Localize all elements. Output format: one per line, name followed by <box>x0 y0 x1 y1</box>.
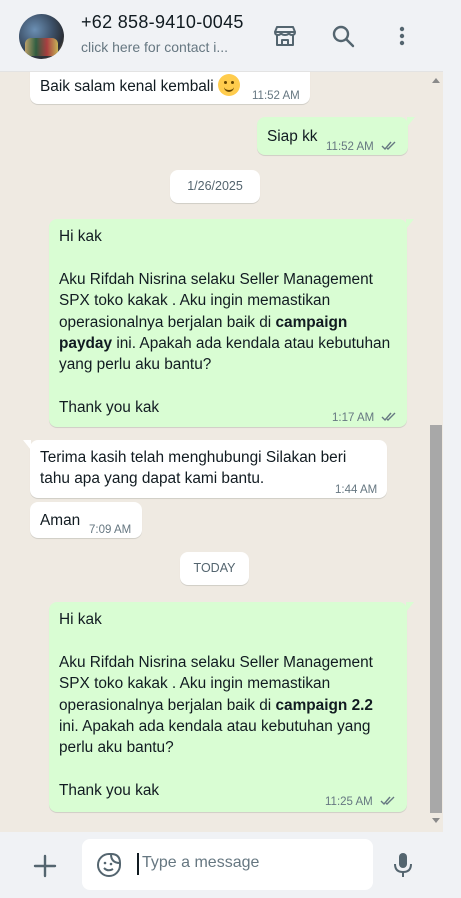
microphone-icon[interactable] <box>391 851 415 879</box>
message-composer: Type a message <box>0 832 443 898</box>
chat-header: +62 858-9410-0045 click here for contact… <box>0 0 461 72</box>
message-outgoing[interactable]: Siap kk 11:52 AM <box>257 117 415 155</box>
bubble-tail <box>407 117 415 127</box>
read-receipt-icon <box>381 412 396 422</box>
window-edge <box>443 0 461 898</box>
message-text: Siap kk <box>267 128 318 145</box>
message-time: 11:52 AM <box>326 141 374 153</box>
message-time: 1:17 AM <box>332 412 375 424</box>
message-input[interactable]: Type a message <box>82 839 373 890</box>
attach-plus-icon[interactable] <box>31 852 59 880</box>
read-receipt-icon <box>380 796 395 806</box>
message-outgoing[interactable]: Hi kak Aku Rifdah Nisrina selaku Seller … <box>49 602 414 812</box>
message-text: Aman <box>40 512 81 529</box>
message-text: Hi kak Aku Rifdah Nisrina selaku Seller … <box>59 611 373 800</box>
message-time: 11:52 AM <box>252 90 300 102</box>
store-icon[interactable] <box>271 22 299 50</box>
scroll-down-arrow-icon[interactable] <box>432 818 440 823</box>
bubble-tail <box>406 602 414 612</box>
message-text: Terima kasih telah menghubungi Silakan b… <box>40 449 347 488</box>
message-outgoing[interactable]: Hi kak Aku Rifdah Nisrina selaku Seller … <box>49 219 414 427</box>
message-time: 7:09 AM <box>89 524 132 536</box>
contact-avatar[interactable] <box>19 14 64 59</box>
bubble-tail <box>406 219 414 229</box>
message-text: Baik salam kenal kembali <box>40 78 214 95</box>
message-incoming[interactable]: Terima kasih telah menghubungi Silakan b… <box>23 440 387 498</box>
message-incoming[interactable]: Baik salam kenal kembali 11:52 AM <box>30 72 310 104</box>
date-divider: TODAY <box>180 552 249 585</box>
message-list[interactable]: Baik salam kenal kembali 11:52 AM Siap k… <box>0 72 429 828</box>
message-input-placeholder[interactable]: Type a message <box>142 854 259 872</box>
contact-info-link[interactable]: click here for contact i... <box>81 39 228 55</box>
date-divider: 1/26/2025 <box>170 170 260 203</box>
message-time: 11:25 AM <box>325 796 373 808</box>
smiling-face-emoji <box>217 74 240 96</box>
scroll-up-arrow-icon[interactable] <box>432 78 440 83</box>
bubble-tail <box>23 440 31 450</box>
message-time: 1:44 AM <box>335 484 378 496</box>
more-options-icon[interactable] <box>388 22 416 50</box>
contact-name[interactable]: +62 858-9410-0045 <box>81 12 244 33</box>
search-icon[interactable] <box>329 22 357 50</box>
read-receipt-icon <box>381 141 396 151</box>
message-incoming[interactable]: Aman 7:09 AM <box>30 502 142 538</box>
text-caret <box>137 853 139 875</box>
message-text: Hi kak Aku Rifdah Nisrina selaku Seller … <box>59 228 391 417</box>
emoji-sticker-icon[interactable] <box>96 852 122 878</box>
scrollbar-thumb[interactable] <box>430 425 442 813</box>
